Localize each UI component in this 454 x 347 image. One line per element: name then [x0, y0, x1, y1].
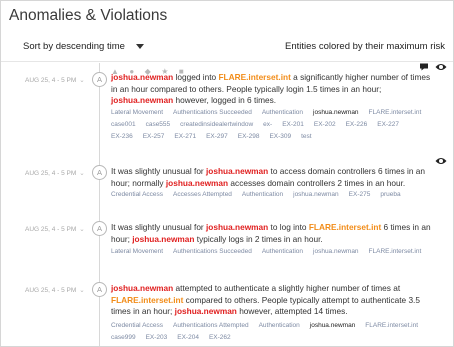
tag[interactable]: Authentication — [259, 322, 300, 329]
tag[interactable]: Credential Access — [111, 322, 163, 329]
chevron-down-icon[interactable]: ⌄ — [79, 77, 84, 84]
tag[interactable]: Authentication — [242, 191, 283, 198]
tag[interactable]: Authentications Attempted — [173, 322, 249, 329]
entry-message: It was slightly unusual for joshua.newma… — [111, 166, 426, 188]
tag[interactable]: Authentication — [262, 109, 303, 116]
tag[interactable]: EX-226 — [346, 121, 368, 128]
entity-link[interactable]: joshua.newman — [111, 72, 173, 82]
entry-message: It was slightly unusual for joshua.newma… — [111, 222, 431, 244]
chevron-down-icon[interactable]: ⌄ — [79, 226, 84, 233]
entity-link[interactable]: joshua.newman — [111, 95, 173, 105]
sort-dropdown-label: Sort by descending time — [23, 41, 125, 52]
color-legend-note: Entities colored by their maximum risk — [285, 41, 445, 52]
tag-entity[interactable]: joshua.newman — [310, 322, 356, 329]
entry-tags: Lateral Movement Authentications Succeede… — [111, 109, 451, 145]
entry-tags: Lateral Movement Authentications Succeede… — [111, 248, 451, 260]
tag-entity[interactable]: joshua.newman — [313, 109, 359, 116]
entity-link[interactable]: joshua.newman — [166, 178, 228, 188]
tag[interactable]: case555 — [146, 121, 171, 128]
host-link[interactable]: FLARE.interset.int — [309, 222, 381, 232]
chevron-down-icon[interactable]: ⌄ — [79, 287, 84, 294]
eye-icon[interactable] — [435, 62, 447, 72]
tag[interactable]: EX-298 — [238, 133, 260, 140]
tag[interactable]: EX-204 — [177, 334, 199, 341]
host-link[interactable]: FLARE.interset.int — [111, 295, 183, 305]
sort-dropdown[interactable]: Sort by descending time — [23, 41, 144, 52]
tag[interactable]: case999 — [111, 334, 136, 341]
page-title: Anomalies & Violations — [9, 7, 168, 24]
timeline-line — [99, 63, 100, 346]
tag[interactable]: EX-227 — [377, 121, 399, 128]
tag[interactable]: EX-203 — [146, 334, 168, 341]
entry-time: AUG 25, 4 - 5 PM ⌄ — [25, 226, 85, 233]
tag[interactable]: Lateral Movement — [111, 248, 163, 255]
avatar[interactable]: A — [92, 221, 107, 236]
entity-link[interactable]: joshua.newman — [111, 283, 173, 293]
tag[interactable]: prueba — [380, 191, 400, 198]
entity-link[interactable]: joshua.newman — [132, 234, 194, 244]
tag[interactable]: EX-275 — [349, 191, 371, 198]
tag[interactable]: EX-257 — [143, 133, 165, 140]
tag[interactable]: EX-309 — [269, 133, 291, 140]
avatar[interactable]: A — [92, 72, 107, 87]
entry-message: joshua.newman logged into FLARE.interset… — [111, 72, 431, 105]
entry-time: AUG 25, 4 - 5 PM ⌄ — [25, 170, 85, 177]
tag[interactable]: EX-236 — [111, 133, 133, 140]
anomalies-panel: Anomalies & Violations Sort by descendin… — [0, 0, 454, 347]
sort-bar: Sort by descending time Entities colored… — [1, 35, 453, 62]
tag[interactable]: test — [301, 133, 311, 140]
tag[interactable]: EX-297 — [206, 133, 228, 140]
chevron-down-icon — [135, 43, 144, 49]
comment-icon[interactable] — [419, 62, 429, 72]
entry-time: AUG 25, 4 - 5 PM ⌄ — [25, 287, 85, 294]
tag[interactable]: joshua.newman — [293, 191, 339, 198]
tag[interactable]: ex- — [263, 121, 272, 128]
eye-icon[interactable] — [435, 156, 447, 166]
entry-time: AUG 25, 4 - 5 PM ⌄ — [25, 77, 85, 84]
tag[interactable]: Credential Access — [111, 191, 163, 198]
entity-link[interactable]: joshua.newman — [175, 306, 237, 316]
tag[interactable]: FLARE.interset.int — [369, 109, 422, 116]
tag[interactable]: EX-202 — [314, 121, 336, 128]
tag[interactable]: Accesses Attempted — [173, 191, 232, 198]
tag[interactable]: joshua.newman — [313, 248, 359, 255]
tag[interactable]: EX-201 — [282, 121, 304, 128]
entry-tags: Credential Access Accesses Attempted Authe… — [111, 191, 451, 203]
tag[interactable]: Lateral Movement — [111, 109, 163, 116]
entity-link[interactable]: joshua.newman — [206, 166, 268, 176]
entity-link[interactable]: joshua.newman — [206, 222, 268, 232]
tag[interactable]: Authentications Succeeded — [173, 109, 252, 116]
avatar[interactable]: A — [92, 165, 107, 180]
tag[interactable]: FLARE.interset.int — [365, 322, 418, 329]
tag[interactable]: Authentications Succeeded — [173, 248, 252, 255]
tag[interactable]: EX-271 — [174, 133, 196, 140]
tag[interactable]: FLARE.interset.int — [369, 248, 422, 255]
entry-tags: Credential Access Authentications Attempt… — [111, 322, 451, 346]
tag[interactable]: case001 — [111, 121, 136, 128]
avatar[interactable]: A — [92, 282, 107, 297]
tag[interactable]: Authentication — [262, 248, 303, 255]
chevron-down-icon[interactable]: ⌄ — [79, 170, 84, 177]
tag[interactable]: createdinsidealertwindow — [180, 121, 253, 128]
entry-message: joshua.newman attempted to authenticate … — [111, 283, 420, 316]
tag[interactable]: EX-262 — [209, 334, 231, 341]
host-link[interactable]: FLARE.interset.int — [218, 72, 290, 82]
